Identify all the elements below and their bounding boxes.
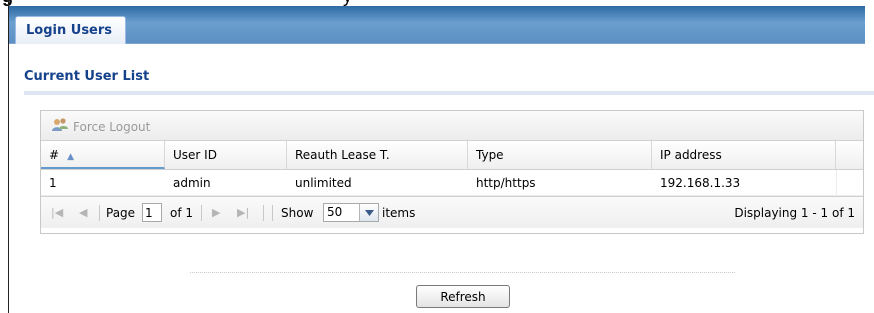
user-list-grid: Force Logout # ▲ User ID Reauth Lease T. … bbox=[40, 110, 864, 234]
column-label: Reauth Lease T. bbox=[295, 148, 390, 162]
per-page-select-wrap: 50 bbox=[323, 197, 379, 228]
separator bbox=[263, 205, 264, 221]
paging-toolbar: |◀ ◀ Page of 1 ▶ ▶| Show 50 items Displa… bbox=[41, 196, 863, 228]
separator bbox=[201, 205, 202, 221]
column-label: User ID bbox=[173, 148, 217, 162]
force-logout-label: Force Logout bbox=[73, 119, 151, 134]
cell-user-id: admin bbox=[173, 176, 211, 190]
refresh-button[interactable]: Refresh bbox=[416, 285, 510, 308]
tab-login-users[interactable]: Login Users bbox=[15, 16, 126, 44]
cell-reauth-lease: unlimited bbox=[295, 176, 352, 190]
section-title: Current User List bbox=[24, 69, 150, 84]
last-page-icon[interactable]: ▶| bbox=[237, 197, 249, 228]
page-number-input[interactable] bbox=[142, 203, 162, 222]
cell-type: http/https bbox=[476, 176, 536, 190]
column-header-reauth-lease[interactable]: Reauth Lease T. bbox=[287, 141, 468, 169]
column-header-ip-address[interactable]: IP address bbox=[652, 141, 836, 169]
tab-bar: Login Users bbox=[9, 6, 865, 44]
first-page-icon[interactable]: |◀ bbox=[51, 197, 63, 228]
per-page-select[interactable]: 50 bbox=[323, 203, 379, 222]
displaying-info: Displaying 1 - 1 of 1 bbox=[734, 205, 855, 220]
column-divider bbox=[836, 170, 837, 195]
column-header-type[interactable]: Type bbox=[468, 141, 652, 169]
table-header: # ▲ User ID Reauth Lease T. Type IP addre… bbox=[41, 141, 863, 170]
grid-toolbar: Force Logout bbox=[41, 111, 863, 141]
column-header-user-id[interactable]: User ID bbox=[165, 141, 287, 169]
cell-index: 1 bbox=[49, 176, 57, 190]
footer-divider bbox=[190, 272, 735, 273]
users-icon bbox=[51, 117, 73, 136]
items-label: items bbox=[382, 205, 416, 220]
previous-page-icon[interactable]: ◀ bbox=[79, 197, 87, 228]
page-input-wrap bbox=[142, 197, 162, 228]
show-label: Show bbox=[281, 205, 314, 220]
next-page-icon[interactable]: ▶ bbox=[212, 197, 220, 228]
section-divider bbox=[24, 91, 874, 95]
column-label: IP address bbox=[660, 148, 722, 162]
cell-ip-address: 192.168.1.33 bbox=[660, 176, 741, 190]
column-label: # bbox=[49, 148, 60, 162]
page-total-label: of 1 bbox=[170, 205, 194, 220]
page-label: Page bbox=[106, 205, 136, 220]
column-header-index[interactable]: # ▲ bbox=[41, 141, 165, 169]
chevron-down-icon[interactable] bbox=[359, 204, 378, 221]
sort-ascending-icon: ▲ bbox=[67, 152, 74, 162]
separator bbox=[272, 205, 273, 221]
separator bbox=[99, 205, 100, 221]
frame-border bbox=[8, 0, 9, 313]
per-page-value: 50 bbox=[327, 205, 343, 219]
force-logout-button[interactable]: Force Logout bbox=[51, 117, 150, 136]
column-label: Type bbox=[476, 148, 504, 162]
table-row[interactable]: 1 admin unlimited http/https 192.168.1.3… bbox=[41, 170, 863, 196]
